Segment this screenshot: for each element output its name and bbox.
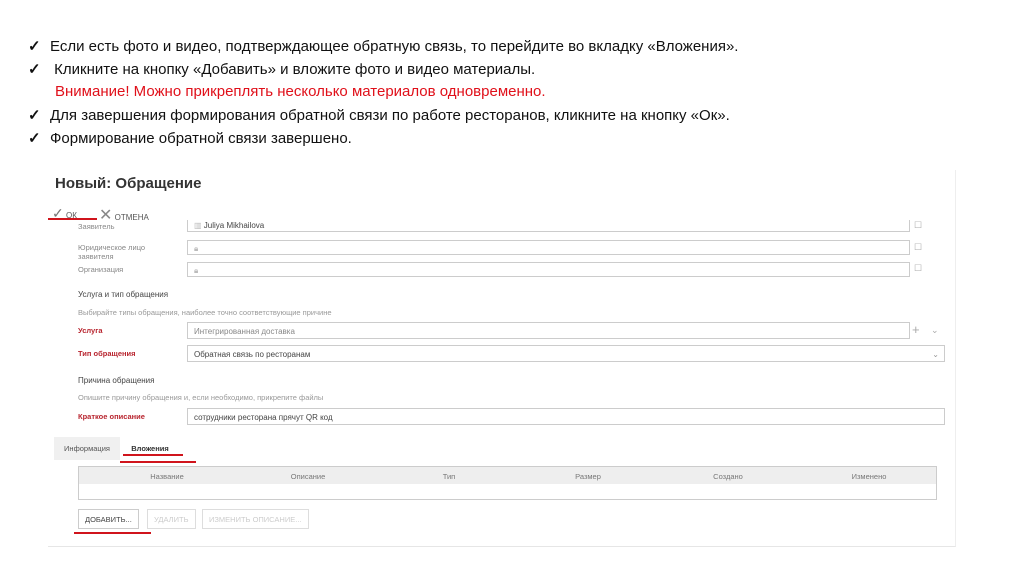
lock-icon: 🔒︎: [194, 266, 199, 275]
warning-text: Внимание! Можно прикреплять несколько ма…: [55, 83, 546, 100]
check-icon: ✓: [28, 107, 41, 124]
section-reason-hint: Опишите причину обращения и, если необхо…: [78, 393, 324, 402]
ok-underline: [48, 218, 97, 220]
request-type-select[interactable]: Обратная связь по ресторанам ⌄: [187, 345, 945, 362]
cancel-label: ОТМЕНА: [114, 213, 149, 222]
instruction-4: ✓ Формирование обратной связи завершено.: [28, 129, 352, 147]
legal-entity-field[interactable]: 🔒︎: [187, 240, 910, 255]
request-type-value: Обратная связь по ресторанам: [194, 350, 311, 359]
chevron-down-icon[interactable]: ⌄: [931, 325, 939, 336]
instruction-text: Формирование обратной связи завершено.: [50, 130, 352, 147]
lock-icon: 🔒︎: [194, 244, 199, 253]
organization-field[interactable]: 🔒︎: [187, 262, 910, 277]
column-header[interactable]: Описание: [291, 472, 326, 481]
page-title: Новый: Обращение: [55, 175, 202, 192]
section-service-hint: Выбирайте типы обращения, наиболее точно…: [78, 308, 332, 317]
instruction-text: Для завершения формирования обратной свя…: [50, 107, 730, 124]
lookup-icon[interactable]: ☐: [914, 242, 922, 253]
edit-description-button[interactable]: ИЗМЕНИТЬ ОПИСАНИЕ...: [202, 509, 309, 529]
service-field[interactable]: Интегрированная доставка: [187, 322, 910, 339]
column-header[interactable]: Размер: [575, 472, 601, 481]
instruction-1: ✓ Если есть фото и видео, подтверждающее …: [28, 37, 738, 55]
section-service-heading: Услуга и тип обращения: [78, 290, 169, 299]
request-type-label: Тип обращения: [78, 349, 136, 358]
instruction-text: Кликните на кнопку «Добавить» и вложите …: [50, 61, 536, 78]
short-description-label: Краткое описание: [78, 412, 145, 421]
tab-attachments[interactable]: Вложения: [120, 437, 180, 460]
table-header: Название Описание Тип Размер Создано Изм…: [79, 467, 936, 484]
tab-highlight: [120, 461, 196, 463]
tab-underline: [123, 454, 183, 456]
lookup-icon[interactable]: ☐: [914, 263, 922, 274]
applicant-field[interactable]: ▥ Juliya Mikhailova: [187, 220, 910, 232]
applicant-label: Заявитель: [78, 222, 115, 231]
applicant-value: Juliya Mikhailova: [203, 221, 265, 230]
delete-button[interactable]: УДАЛИТЬ: [147, 509, 196, 529]
column-header[interactable]: Название: [150, 472, 184, 481]
attachments-table: Название Описание Тип Размер Создано Изм…: [78, 466, 937, 500]
check-icon: ✓: [28, 38, 41, 55]
service-label: Услуга: [78, 326, 103, 335]
instruction-text: Если есть фото и видео, подтверждающее о…: [50, 38, 739, 55]
check-icon: ✓: [28, 61, 41, 78]
lookup-icon[interactable]: ☐: [914, 220, 922, 231]
short-description-field[interactable]: сотрудники ресторана прячут QR код: [187, 408, 945, 425]
legal-entity-label: Юридическое лицо заявителя: [78, 243, 146, 261]
add-button[interactable]: ДОБАВИТЬ...: [78, 509, 139, 529]
column-header[interactable]: Создано: [713, 472, 743, 481]
chevron-down-icon: ⌄: [932, 350, 939, 359]
form-panel: Новый: Обращение ✓ ОК ✕ ОТМЕНА Заявитель…: [48, 170, 956, 547]
add-icon[interactable]: +: [912, 322, 920, 337]
check-icon: ✓: [28, 130, 41, 147]
instruction-2: ✓ Кликните на кнопку «Добавить» и вложит…: [28, 60, 535, 78]
column-header[interactable]: Тип: [443, 472, 456, 481]
column-header[interactable]: Изменено: [852, 472, 887, 481]
add-underline: [74, 532, 151, 534]
tab-information[interactable]: Информация: [54, 437, 120, 460]
instruction-3: ✓ Для завершения формирования обратной св…: [28, 106, 730, 124]
section-reason-heading: Причина обращения: [78, 376, 155, 385]
organization-label: Организация: [78, 265, 124, 274]
